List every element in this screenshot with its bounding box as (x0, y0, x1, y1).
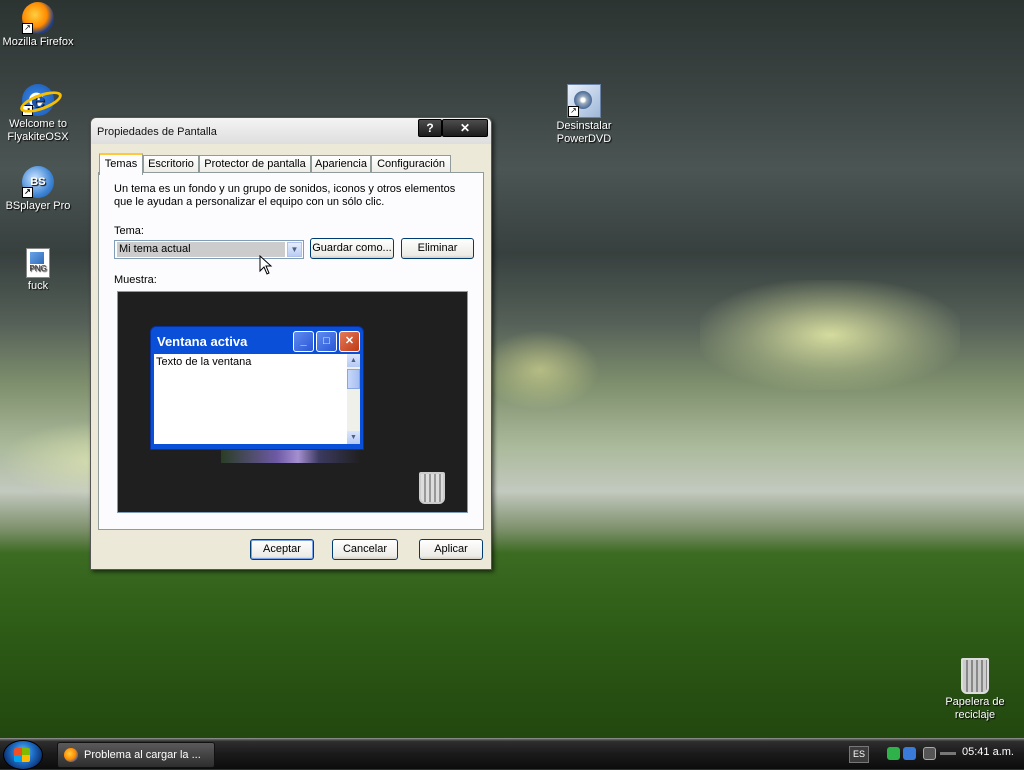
cancel-button[interactable]: Cancelar (332, 539, 398, 560)
tab-configuracion[interactable]: Configuración (371, 155, 451, 173)
chevron-down-icon[interactable]: ▼ (287, 242, 302, 257)
desktop-icon-png-file[interactable]: PNG fuck (0, 248, 78, 293)
firefox-icon: ↗ (22, 2, 54, 34)
tray-network-icon[interactable] (903, 747, 916, 760)
preview-wallpaper (221, 448, 361, 463)
preview-window-text: Texto de la ventana (154, 354, 347, 444)
recycle-bin-icon (961, 658, 989, 694)
minimize-icon: _ (293, 331, 314, 352)
mouse-cursor-icon (259, 255, 273, 275)
display-properties-window: Propiedades de Pantalla ? ✕ Temas Escrit… (90, 117, 492, 570)
theme-label: Tema: (114, 225, 144, 237)
window-title: Propiedades de Pantalla (97, 126, 217, 138)
tab-temas[interactable]: Temas (99, 153, 143, 175)
tab-escritorio[interactable]: Escritorio (143, 155, 199, 173)
internet-explorer-icon: e ↗ (22, 84, 54, 116)
powerdvd-icon: ↗ (567, 84, 601, 118)
taskbar: Problema al cargar la ... ES 05:41 a.m. (0, 738, 1024, 770)
apply-button[interactable]: Aplicar (419, 539, 483, 560)
desktop-icon-bsplayer[interactable]: BS ↗ BSplayer Pro (0, 166, 78, 213)
desktop-icon-label: Desinstalar PowerDVD (556, 120, 612, 145)
desktop-icon-powerdvd-uninstall[interactable]: ↗ Desinstalar PowerDVD (544, 84, 624, 146)
wallpaper-highlight (480, 330, 600, 410)
tray-messenger-icon[interactable] (887, 747, 900, 760)
taskbar-clock[interactable]: 05:41 a.m. (962, 746, 1014, 758)
language-indicator[interactable]: ES (849, 746, 869, 763)
desktop-icon-firefox[interactable]: ↗ Mozilla Firefox (0, 2, 78, 49)
preview-window-title: Ventana activa (157, 334, 248, 349)
desktop-icon-label: Welcome to FlyakiteOSX (7, 118, 69, 143)
start-button[interactable] (3, 740, 43, 770)
wallpaper-highlight (700, 280, 960, 390)
recycle-bin-icon (419, 472, 445, 504)
tab-apariencia[interactable]: Apariencia (311, 155, 371, 173)
desktop-icon-label: BSplayer Pro (5, 200, 71, 212)
preview-active-window: Ventana activa _ □ ✕ Texto de la ventana… (150, 326, 364, 450)
bsplayer-icon: BS ↗ (22, 166, 54, 198)
window-titlebar[interactable]: Propiedades de Pantalla ? ✕ (91, 118, 491, 144)
ok-button[interactable]: Aceptar (250, 539, 314, 560)
themes-panel: Un tema es un fondo y un grupo de sonido… (98, 172, 484, 530)
sample-label: Muestra: (114, 274, 157, 286)
png-file-icon: PNG (26, 248, 50, 278)
theme-select[interactable]: Mi tema actual ▼ (114, 240, 304, 259)
windows-logo-icon (14, 748, 30, 762)
save-as-button[interactable]: Guardar como... (310, 238, 394, 259)
tab-protector-de-pantalla[interactable]: Protector de pantalla (199, 155, 311, 173)
theme-preview: Ventana activa _ □ ✕ Texto de la ventana… (117, 291, 468, 513)
desktop-icon-label: fuck (27, 280, 49, 292)
firefox-icon (64, 748, 78, 762)
themes-description: Un tema es un fondo y un grupo de sonido… (114, 183, 456, 208)
desktop-icon-welcome[interactable]: e ↗ Welcome to FlyakiteOSX (0, 84, 78, 144)
desktop-icon-label: Mozilla Firefox (2, 36, 74, 48)
tray-device-icon[interactable] (940, 752, 956, 755)
taskbar-button-firefox[interactable]: Problema al cargar la ... (57, 742, 215, 768)
help-button[interactable]: ? (418, 119, 442, 137)
scroll-down-icon: ▼ (347, 431, 360, 444)
scroll-up-icon: ▲ (347, 354, 360, 367)
close-button[interactable]: ✕ (442, 119, 488, 137)
preview-scrollbar: ▲ ▼ (347, 354, 360, 444)
delete-button[interactable]: Eliminar (401, 238, 474, 259)
taskbar-button-label: Problema al cargar la ... (84, 749, 201, 761)
desktop-icon-label: Papelera de reciclaje (945, 696, 1005, 721)
close-icon: ✕ (339, 331, 360, 352)
tray-volume-icon[interactable] (923, 747, 936, 760)
maximize-icon: □ (316, 331, 337, 352)
scroll-thumb (347, 369, 360, 389)
desktop-icon-recycle-bin[interactable]: Papelera de reciclaje (935, 658, 1015, 722)
